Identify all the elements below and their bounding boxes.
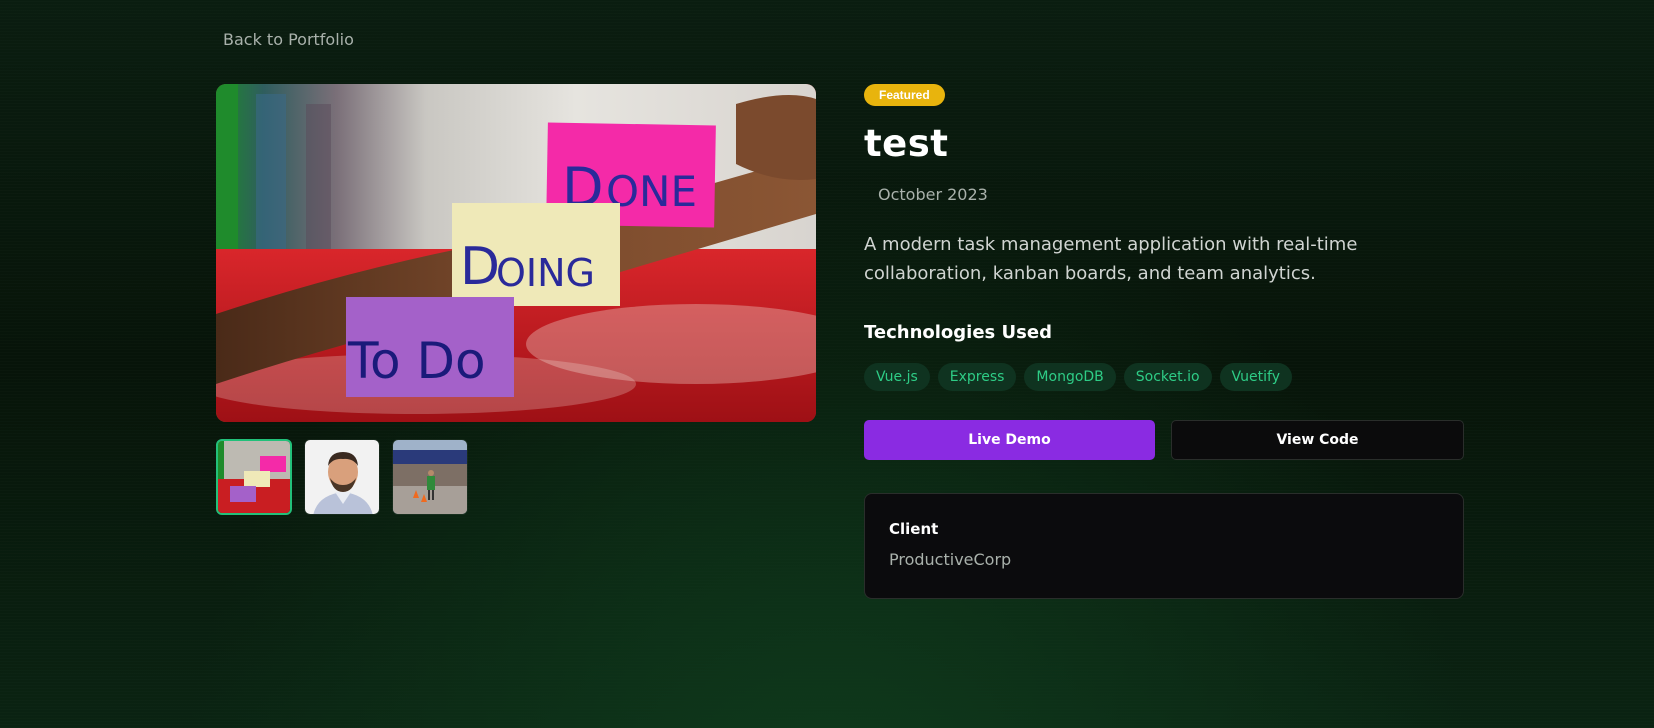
- tech-tag-mongodb: MongoDB: [1024, 363, 1116, 391]
- technology-tags: Vue.js Express MongoDB Socket.io Vuetify: [864, 363, 1464, 391]
- client-value: ProductiveCorp: [889, 550, 1012, 569]
- featured-badge: Featured: [864, 84, 945, 106]
- technologies-heading: Technologies Used: [864, 322, 1052, 343]
- action-buttons: Live Demo View Code: [864, 420, 1464, 460]
- client-label: Client: [889, 520, 939, 538]
- sticky-notes-thumbnail[interactable]: [216, 439, 292, 515]
- calendar-icon: [871, 187, 872, 203]
- project-description: A modern task management application wit…: [864, 234, 1358, 284]
- tech-tag-express: Express: [937, 363, 1017, 391]
- project-date: October 2023: [871, 185, 1464, 204]
- project-title: test: [864, 122, 949, 165]
- tech-tag-vuetify: Vuetify: [1219, 363, 1293, 391]
- main-project-image: D ONE D OING To Do: [216, 84, 816, 422]
- back-to-portfolio-link[interactable]: Back to Portfolio: [223, 30, 354, 49]
- tech-tag-vuejs: Vue.js: [864, 363, 930, 391]
- thumbnail-strip: [216, 439, 468, 515]
- runner-race-thumbnail[interactable]: [392, 439, 468, 515]
- svg-text:To Do: To Do: [347, 332, 486, 390]
- svg-text:OING: OING: [496, 251, 595, 295]
- tech-tag-socketio: Socket.io: [1123, 363, 1212, 391]
- client-card: Client ProductiveCorp: [864, 493, 1464, 599]
- project-date-text: October 2023: [878, 185, 988, 204]
- portrait-man-thumbnail[interactable]: [304, 439, 380, 515]
- live-demo-button[interactable]: Live Demo: [864, 420, 1155, 460]
- svg-text:D: D: [460, 237, 500, 297]
- project-info-panel: Featured test October 2023 A modern task…: [864, 84, 1464, 599]
- view-code-button[interactable]: View Code: [1171, 420, 1464, 460]
